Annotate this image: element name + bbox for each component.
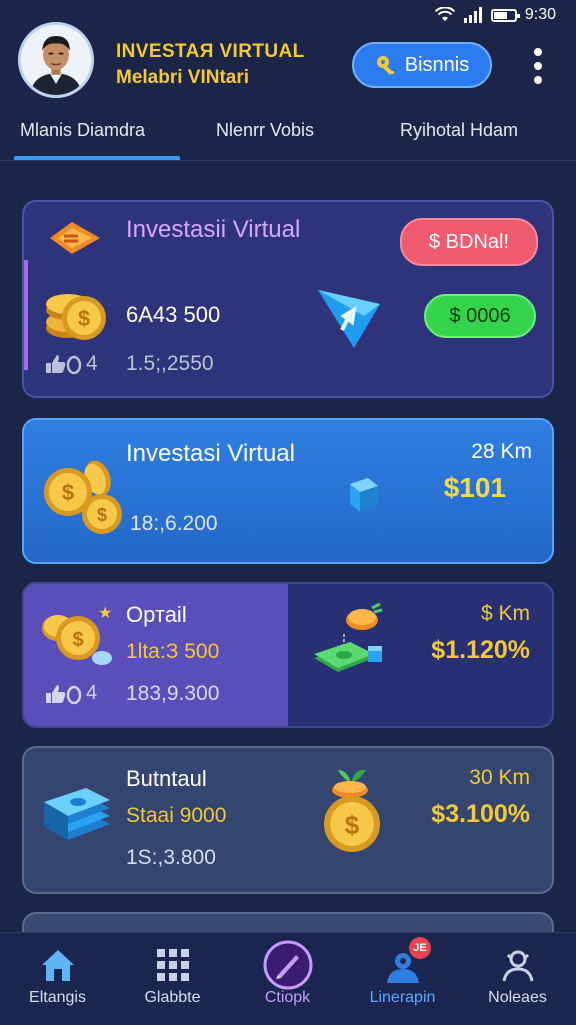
card-amount: 6A43 500	[126, 302, 221, 327]
cash-stack-icon	[44, 788, 110, 840]
coin-sprout-icon: $	[324, 769, 380, 852]
card-distance: 30 Km	[469, 766, 530, 789]
tab-divider	[0, 160, 576, 161]
profile-icon	[502, 950, 534, 982]
business-button[interactable]: Bisnnis	[352, 42, 492, 88]
svg-text:$: $	[97, 505, 107, 525]
more-options-icon[interactable]	[528, 48, 548, 84]
svg-text:$: $	[345, 810, 360, 840]
svg-text:★: ★	[98, 603, 112, 622]
diamond-shield-icon	[318, 290, 380, 348]
nav-item-linerapin[interactable]: JE Linerapin	[345, 933, 460, 1025]
nav-label: Glabbte	[144, 989, 201, 1006]
coins-icon: $	[46, 294, 106, 340]
card-title: Investasii Virtual	[126, 216, 301, 243]
card-percent: $3.100%	[431, 800, 530, 828]
card-sub-value: 183,9.300	[126, 682, 220, 705]
signal-icon	[463, 7, 482, 23]
investment-card-3[interactable]: ★ $ Ортаіl 1ltа:З 500 4 183,9.300 $ Km $…	[22, 582, 554, 728]
card-sub-value: 1S:,3.800	[126, 846, 216, 869]
battery-icon	[490, 8, 520, 22]
svg-text:$: $	[62, 480, 74, 505]
card-title: Ортаіl	[126, 602, 187, 627]
nav-label: Noleaes	[488, 989, 547, 1006]
tab-ryihotal-hdam[interactable]: Ryihotal Hdam	[400, 120, 518, 141]
svg-text:$: $	[78, 306, 90, 331]
tab-nlenrr-vobis[interactable]: Nlenrr Vobis	[216, 120, 314, 141]
ticket-icon	[50, 222, 100, 254]
card-sub-value: 18:,6.200	[130, 512, 218, 535]
price-pill-green[interactable]: $ 0006	[424, 294, 536, 338]
likes: 4	[44, 352, 98, 376]
svg-text:$: $	[72, 629, 83, 651]
nav-item-ctiopk[interactable]: Ctiopk	[230, 933, 345, 1025]
nav-item-eltangis[interactable]: Eltangis	[0, 933, 115, 1025]
nav-label: Eltangis	[29, 989, 86, 1006]
card-title: Investasi Virtual	[126, 440, 295, 467]
card-price: $101	[443, 472, 506, 503]
thumbs-up-icon	[46, 355, 82, 375]
investment-card-4[interactable]: Butntaul Staai 9000 1S:,3.800 $ 30 Km $3…	[22, 746, 554, 894]
app-header: INVESTAЯ VIRTUAL Melabri VINtari Bisnnis	[18, 22, 558, 118]
avatar[interactable]	[18, 22, 94, 98]
thumbs-up-icon	[46, 684, 82, 704]
card-percent: $1.120%	[431, 636, 530, 664]
like-count: 4	[86, 682, 98, 704]
money-stack-icon	[314, 602, 383, 672]
nav-item-noleaes[interactable]: Noleaes	[460, 933, 575, 1025]
card-sub-value: 1.5;,2550	[126, 352, 214, 375]
cube-icon	[350, 478, 378, 512]
bottom-navigation: Eltangis Glabbte Ctiopk JE Linerapin Nol…	[0, 932, 576, 1025]
card-distance: 28 Km	[471, 440, 532, 463]
tab-bar: Mlanis Diamdra Nlenrr Vobis Ryihotal Hda…	[0, 116, 576, 164]
nav-item-glabbte[interactable]: Glabbte	[115, 933, 230, 1025]
nav-label: Linerapin	[369, 989, 436, 1006]
grid-icon	[157, 949, 189, 981]
avatar-image	[21, 25, 91, 95]
investment-card-2[interactable]: Investasi Virtual 28 Km $ $ $101 18:,6.2…	[22, 418, 554, 564]
tab-mlanis-diamdra[interactable]: Mlanis Diamdra	[20, 120, 145, 141]
business-button-label: Bisnnis	[404, 53, 470, 76]
app-subtitle: Melabri VINtari	[116, 67, 250, 88]
pen-icon	[263, 940, 313, 990]
price-pill-red[interactable]: $ BDNal!	[400, 218, 538, 266]
coins-icon: $ $	[44, 460, 122, 534]
card-amount: Staai 9000	[126, 804, 227, 827]
card-amount: 1ltа:З 500	[126, 640, 220, 663]
key-icon	[376, 56, 394, 75]
investment-card-1[interactable]: Investasii Virtual $ BDNal! $ 6A43 500 $…	[22, 200, 554, 398]
wifi-icon	[434, 7, 455, 21]
coins-icon: ★ $	[42, 603, 112, 665]
home-icon	[42, 950, 74, 981]
notification-badge: JE	[409, 937, 431, 959]
app-title: INVESTAЯ VIRTUAL	[116, 41, 305, 62]
card-distance: $ Km	[480, 602, 530, 625]
likes: 4	[44, 682, 97, 705]
like-count: 4	[86, 352, 98, 375]
nav-label: Ctiopk	[264, 989, 311, 1006]
card-title: Butntaul	[126, 766, 207, 791]
